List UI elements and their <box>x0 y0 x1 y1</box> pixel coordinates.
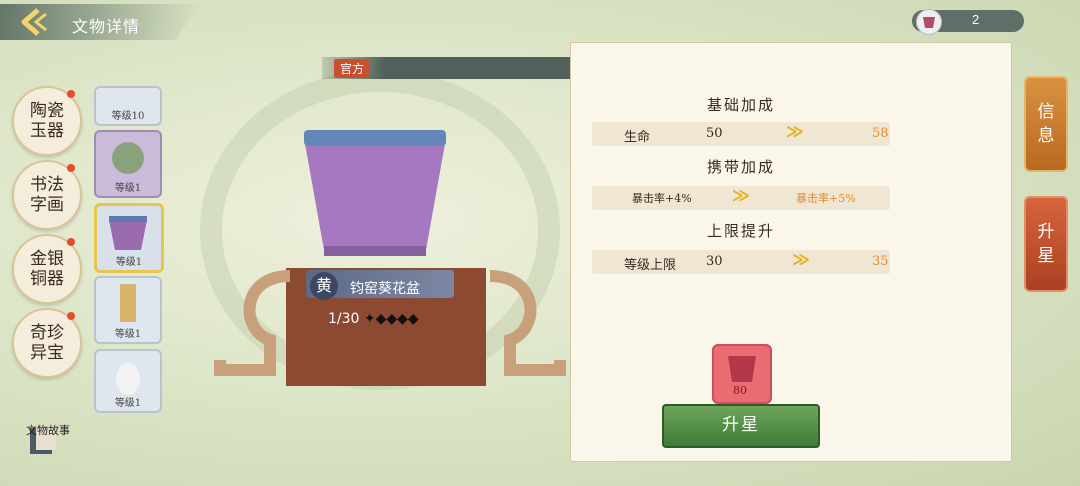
relic-level: 等级1 <box>114 329 142 340</box>
star-rating: ✦◆◆◆◆ <box>363 311 419 327</box>
relic-progress: 1/30 ✦◆◆◆◆ <box>328 311 419 327</box>
stat-label: 等级上限 <box>624 258 677 273</box>
tab-label: 信 息 <box>1037 102 1055 146</box>
category-label: 金银 铜器 <box>30 249 64 289</box>
relic-level: 等级10 <box>111 111 145 122</box>
relic-thumb[interactable]: 等级10 <box>94 86 162 126</box>
progress-count: 1/30 <box>328 311 360 327</box>
upgrade-arrow-icon: ≫ <box>792 250 810 270</box>
relic-thumb-selected[interactable]: 等级1 <box>94 203 164 273</box>
section-title-carry: 携带加成 <box>706 158 775 176</box>
relic-level: 等级1 <box>114 398 142 409</box>
stat-from: 30 <box>706 254 723 269</box>
cost-count: 80 <box>733 384 747 397</box>
tab-label: 升 星 <box>1037 222 1055 266</box>
official-tag: 官方 <box>334 59 371 78</box>
currency-count: 2 <box>972 12 980 27</box>
relic-name: 钧窑葵花盆 <box>350 281 420 297</box>
relic-story-button[interactable]: 文物故事 <box>18 422 78 438</box>
grade-badge: 黄 <box>310 272 338 300</box>
back-arrow-icon[interactable] <box>14 6 50 38</box>
notification-dot <box>67 164 75 172</box>
tab-upgrade-star[interactable]: 升 星 <box>1024 196 1068 292</box>
stat-from: 50 <box>706 126 723 141</box>
stat-label: 生命 <box>624 130 651 145</box>
category-label: 奇珍 异宝 <box>30 323 64 363</box>
category-label: 陶瓷 玉器 <box>30 101 64 141</box>
stat-to: 58 <box>872 126 889 141</box>
relic-thumb[interactable]: 等级1 <box>94 276 162 344</box>
category-label: 书法 字画 <box>30 175 64 215</box>
carry-to: 暴击率+5% <box>796 192 856 205</box>
relic-level: 等级1 <box>114 183 142 194</box>
relic-thumb[interactable]: 等级1 <box>94 130 162 198</box>
upgrade-arrow-icon: ≫ <box>786 122 804 142</box>
notification-dot <box>67 90 75 98</box>
relic-thumb[interactable]: 等级1 <box>94 349 162 413</box>
vase-token-icon <box>916 9 942 35</box>
upgrade-arrow-icon: ≫ <box>732 186 750 206</box>
relic-vase-image <box>304 130 446 256</box>
upgrade-star-button[interactable]: 升星 <box>662 404 820 448</box>
stat-to: 35 <box>872 254 889 269</box>
relic-level: 等级1 <box>115 257 143 268</box>
section-title-limit: 上限提升 <box>706 222 775 240</box>
notification-dot <box>67 238 75 246</box>
tab-info[interactable]: 信 息 <box>1024 76 1068 172</box>
section-title-basic: 基础加成 <box>706 96 775 114</box>
notification-dot <box>67 312 75 320</box>
carry-from: 暴击率+4% <box>632 192 692 205</box>
page-title: 文物详情 <box>72 17 141 36</box>
